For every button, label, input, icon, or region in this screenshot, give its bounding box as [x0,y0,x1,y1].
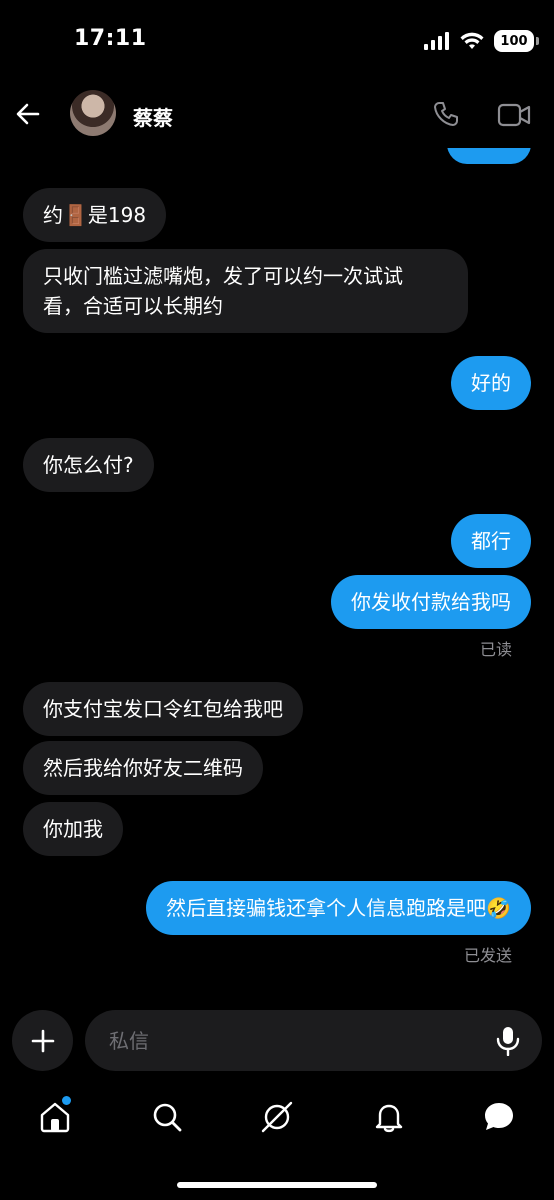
home-indicator [177,1182,377,1188]
message-list[interactable]: 约🚪是198 只收门槛过滤嘴炮，发了可以约一次试试 看，合适可以长期约 好的 你… [0,148,554,1008]
microphone-icon[interactable] [496,1026,520,1056]
wifi-icon [460,32,484,49]
home-icon[interactable] [38,1100,72,1134]
signal-icon [424,32,449,50]
conversation-header: 蔡蔡 [0,80,554,148]
message-input[interactable] [107,1022,481,1060]
phone-icon[interactable] [432,100,460,128]
dm-screen: 17:11 100 蔡蔡 约🚪是198 只收门槛过滤嘴炮，发了可以约一次试试 看… [0,0,554,1200]
explore-icon[interactable] [260,1100,294,1134]
contact-name[interactable]: 蔡蔡 [133,102,173,131]
message-bubble-incoming[interactable]: 只收门槛过滤嘴炮，发了可以约一次试试 看，合适可以长期约 [23,249,468,333]
message-bubble-outgoing[interactable]: 你发收付款给我吗 [331,575,531,629]
message-bubble-partial [447,148,531,164]
message-composer[interactable] [85,1010,542,1071]
bottom-navigation [0,1090,554,1150]
message-bubble-incoming[interactable]: 约🚪是198 [23,188,167,242]
message-bubble-outgoing[interactable]: 好的 [451,356,531,410]
back-arrow-icon[interactable] [14,100,42,128]
messages-icon[interactable] [482,1100,516,1134]
message-bubble-incoming[interactable]: 你怎么付? [23,438,154,492]
message-bubble-incoming[interactable]: 你加我 [23,802,123,856]
avatar[interactable] [70,90,116,136]
add-attachment-button[interactable] [12,1010,73,1071]
message-bubble-outgoing[interactable]: 都行 [451,514,531,568]
status-icons: 100 [424,30,539,52]
sent-receipt: 已发送 [463,946,512,965]
plus-icon [31,1029,54,1052]
battery-indicator: 100 [494,30,539,52]
status-time: 17:11 [74,26,147,51]
search-icon[interactable] [150,1100,184,1134]
message-line: 看，合适可以长期约 [43,294,223,318]
message-bubble-incoming[interactable]: 然后我给你好友二维码 [23,741,263,795]
read-receipt: 已读 [479,640,512,659]
unread-dot [62,1096,71,1105]
message-bubble-incoming[interactable]: 你支付宝发口令红包给我吧 [23,682,303,736]
video-call-icon[interactable] [497,102,531,128]
notifications-icon[interactable] [372,1100,406,1134]
message-line: 只收门槛过滤嘴炮，发了可以约一次试试 [43,264,403,288]
message-bubble-outgoing[interactable]: 然后直接骗钱还拿个人信息跑路是吧🤣 [146,881,531,935]
